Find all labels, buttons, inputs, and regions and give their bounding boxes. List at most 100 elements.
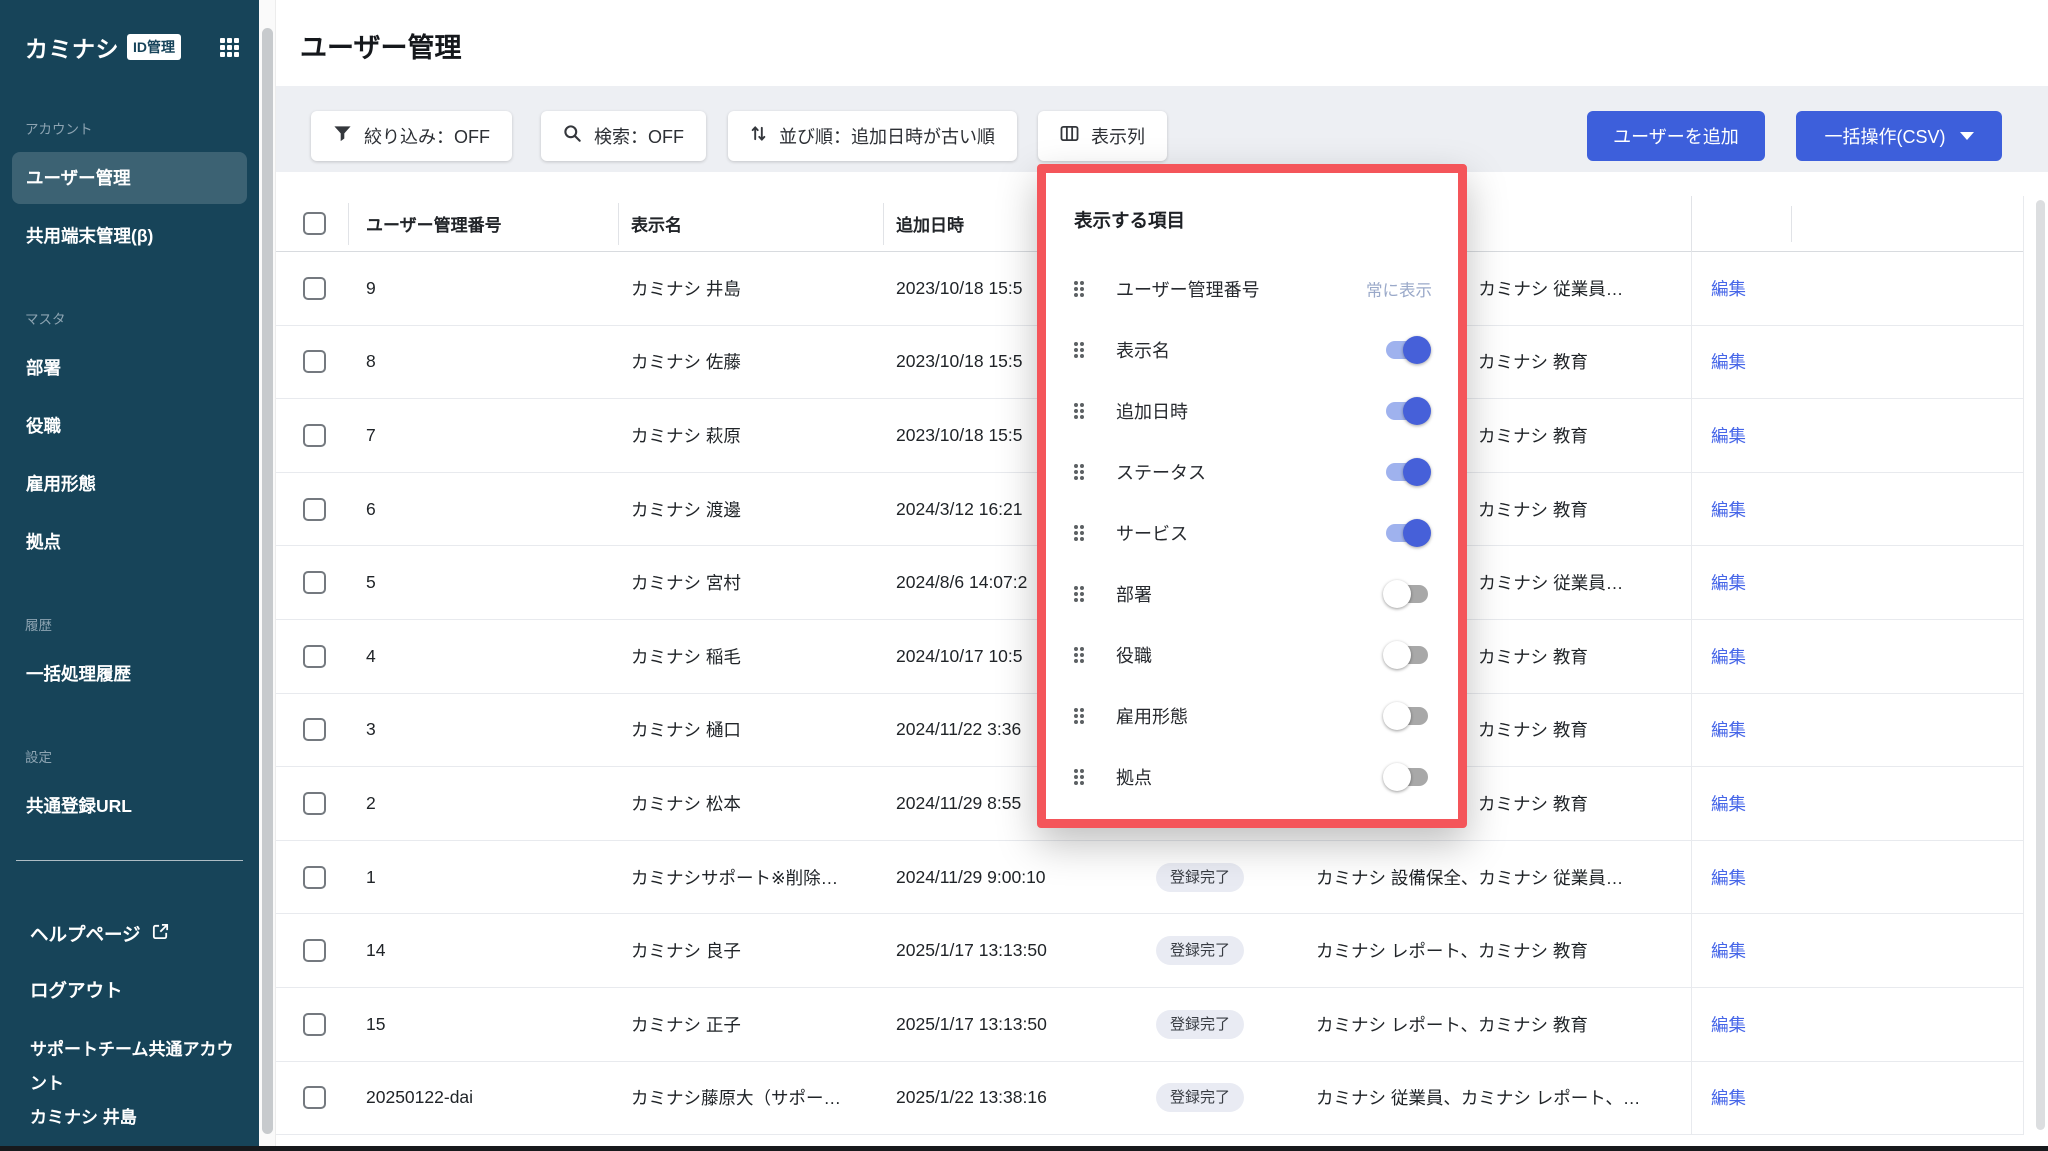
row-checkbox[interactable] <box>303 498 326 521</box>
row-checkbox[interactable] <box>303 1086 326 1109</box>
toggle-knob <box>1383 763 1411 791</box>
edit-link[interactable]: 編集 <box>1711 988 1746 1061</box>
edit-link[interactable]: 編集 <box>1711 546 1746 619</box>
sidebar-scrollbar-thumb[interactable] <box>262 28 273 1134</box>
bulk-csv-button[interactable]: 一括操作(CSV) <box>1796 111 2002 161</box>
sidebar-scrollbar[interactable] <box>259 0 276 1151</box>
cell-added-at: 2024/8/6 14:07:2 <box>896 546 1027 619</box>
edit-link[interactable]: 編集 <box>1711 399 1746 472</box>
cell-display-name: カミナシ 正子 <box>631 988 741 1061</box>
search-button[interactable]: 検索：OFF <box>541 111 706 161</box>
sidebar-divider <box>16 860 243 861</box>
current-account: サポートチーム共通アカウント カミナシ 井島 <box>30 1033 229 1135</box>
row-checkbox-cell <box>303 620 326 693</box>
apps-grid-icon[interactable] <box>220 38 239 57</box>
page-scrollbar-thumb[interactable] <box>2036 200 2045 1130</box>
drag-handle-icon[interactable] <box>1072 340 1086 360</box>
row-checkbox[interactable] <box>303 792 326 815</box>
row-checkbox[interactable] <box>303 350 326 373</box>
drag-handle-icon[interactable] <box>1072 706 1086 726</box>
cell-display-name: カミナシ 稲毛 <box>631 620 741 693</box>
cell-user-id: 9 <box>366 252 376 325</box>
popup-item-label: 雇用形態 <box>1116 703 1188 729</box>
row-checkbox-cell <box>303 767 326 840</box>
sidebar-item-department[interactable]: 部署 <box>12 342 247 394</box>
status-badge: 登録完了 <box>1156 863 1244 892</box>
edit-link[interactable]: 編集 <box>1711 694 1746 767</box>
edit-link[interactable]: 編集 <box>1711 620 1746 693</box>
toggle-switch[interactable] <box>1386 524 1428 542</box>
sidebar-item-site[interactable]: 拠点 <box>12 516 247 568</box>
edit-link[interactable]: 編集 <box>1711 252 1746 325</box>
drag-handle-icon[interactable] <box>1072 767 1086 787</box>
column-settings-popup: 表示する項目 ユーザー管理番号常に表示表示名追加日時ステータスサービス部署役職雇… <box>1037 164 1467 828</box>
sidebar-item-user-management[interactable]: ユーザー管理 <box>12 152 247 204</box>
sidebar-item-employment-type[interactable]: 雇用形態 <box>12 458 247 510</box>
brand-row: カミナシ ID管理 <box>0 0 259 64</box>
row-checkbox[interactable] <box>303 424 326 447</box>
sidebar-item-batch-history[interactable]: 一括処理履歴 <box>12 648 247 700</box>
cell-added-at: 2023/10/18 15:5 <box>896 399 1023 472</box>
row-checkbox[interactable] <box>303 645 326 668</box>
sidebar-item-role[interactable]: 役職 <box>12 400 247 452</box>
edit-link[interactable]: 編集 <box>1711 473 1746 546</box>
row-checkbox[interactable] <box>303 939 326 962</box>
drag-handle-icon[interactable] <box>1072 523 1086 543</box>
row-checkbox-cell <box>303 914 326 987</box>
edit-link[interactable]: 編集 <box>1711 914 1746 987</box>
column-header-added-at[interactable]: 追加日時 <box>896 196 964 251</box>
cell-added-at: 2024/11/29 8:55 <box>896 767 1021 840</box>
column-header-user-id[interactable]: ユーザー管理番号 <box>366 196 502 251</box>
page-title: ユーザー管理 <box>300 26 461 65</box>
toggle-switch[interactable] <box>1386 402 1428 420</box>
edit-link[interactable]: 編集 <box>1711 767 1746 840</box>
toggle-switch[interactable] <box>1386 646 1428 664</box>
cell-added-at: 2023/10/18 15:5 <box>896 326 1023 399</box>
drag-handle-icon[interactable] <box>1072 645 1086 665</box>
toggle-switch[interactable] <box>1386 341 1428 359</box>
cell-display-name: カミナシ 樋口 <box>631 694 741 767</box>
select-all-checkbox[interactable] <box>303 212 326 235</box>
sidebar-item-shared-registration-url[interactable]: 共通登録URL <box>12 780 247 832</box>
add-user-button[interactable]: ユーザーを追加 <box>1587 111 1765 161</box>
cell-user-id: 7 <box>366 399 376 472</box>
columns-button[interactable]: 表示列 <box>1038 111 1167 161</box>
row-checkbox[interactable] <box>303 571 326 594</box>
drag-handle-icon[interactable] <box>1072 584 1086 604</box>
toggle-knob <box>1403 519 1431 547</box>
edit-link[interactable]: 編集 <box>1711 326 1746 399</box>
sort-button[interactable]: 並び順：追加日時が古い順 <box>728 111 1017 161</box>
popup-item-employment-type: 雇用形態 <box>1072 685 1432 746</box>
popup-item-label: 部署 <box>1116 581 1152 607</box>
logout-label: ログアウト <box>30 977 123 1003</box>
toggle-switch[interactable] <box>1386 463 1428 481</box>
toggle-switch[interactable] <box>1386 768 1428 786</box>
cell-added-at: 2023/10/18 15:5 <box>896 252 1023 325</box>
popup-item-user-id: ユーザー管理番号常に表示 <box>1072 258 1432 319</box>
toggle-switch[interactable] <box>1386 585 1428 603</box>
cell-display-name: カミナシサポート※削除… <box>631 841 838 914</box>
cell-services: カミナシ 設備保全、カミナシ 従業員… <box>1316 841 1623 914</box>
column-header-display-name[interactable]: 表示名 <box>631 196 682 251</box>
filter-button[interactable]: 絞り込み：OFF <box>311 111 512 161</box>
row-checkbox[interactable] <box>303 718 326 741</box>
row-checkbox[interactable] <box>303 277 326 300</box>
edit-link[interactable]: 編集 <box>1711 1062 1746 1135</box>
help-page-link[interactable]: ヘルプページ <box>30 921 259 947</box>
row-checkbox[interactable] <box>303 866 326 889</box>
row-checkbox[interactable] <box>303 1013 326 1036</box>
sort-button-label: 並び順：追加日時が古い順 <box>779 123 995 149</box>
popup-item-label: 役職 <box>1116 642 1152 668</box>
drag-handle-icon[interactable] <box>1072 401 1086 421</box>
drag-handle-icon[interactable] <box>1072 279 1086 299</box>
sidebar-item-shared-terminal-management[interactable]: 共用端末管理(β) <box>12 210 247 262</box>
drag-handle-icon[interactable] <box>1072 462 1086 482</box>
toolbar: 絞り込み：OFF 検索：OFF 並び順：追加日時が古い順 表示列 ユーザーを追加 <box>276 86 2048 172</box>
cell-display-name: カミナシ 良子 <box>631 914 741 987</box>
toggle-switch[interactable] <box>1386 707 1428 725</box>
cell-display-name: カミナシ 井島 <box>631 252 741 325</box>
logout-link[interactable]: ログアウト <box>30 977 259 1003</box>
edit-link[interactable]: 編集 <box>1711 841 1746 914</box>
cell-user-id: 15 <box>366 988 385 1061</box>
popup-item-role: 役職 <box>1072 624 1432 685</box>
